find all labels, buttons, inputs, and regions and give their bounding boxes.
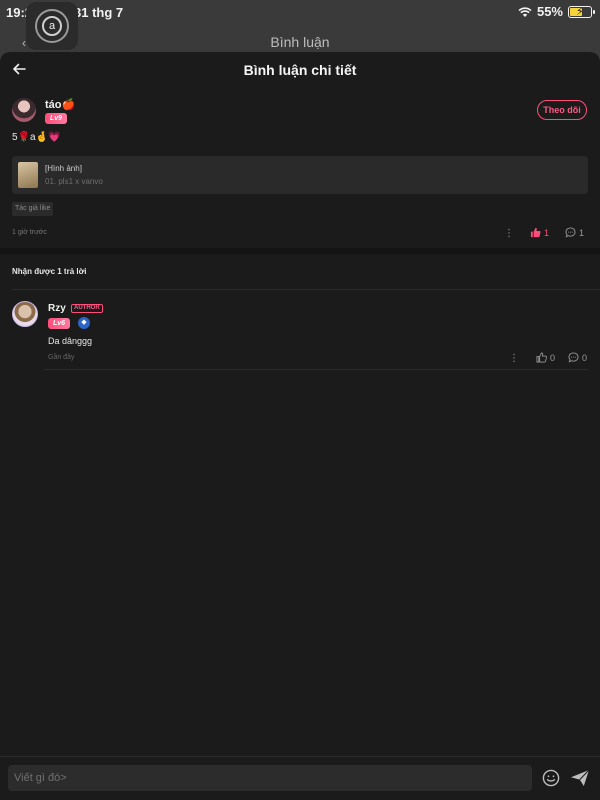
assistive-touch-button[interactable]: a bbox=[26, 2, 78, 50]
reply-text: Da dânggg bbox=[48, 336, 93, 346]
divider bbox=[12, 289, 600, 290]
author-liked-badge: Tác giả like bbox=[12, 202, 54, 216]
avatar[interactable] bbox=[12, 98, 36, 122]
reply-time: Gần đây bbox=[48, 354, 75, 361]
reply-more-options-icon[interactable]: ⋮ bbox=[509, 354, 519, 364]
comment-username[interactable]: táo🍎 bbox=[45, 98, 75, 111]
like-button[interactable]: 1 bbox=[530, 227, 549, 238]
send-icon[interactable] bbox=[570, 769, 590, 787]
thumbs-up-icon bbox=[536, 352, 547, 363]
comment-bubble-icon bbox=[568, 352, 579, 363]
reply-reply-count: 0 bbox=[582, 352, 588, 363]
comment-text: 5🌹a🤞💗 bbox=[12, 132, 61, 143]
follow-button[interactable]: Theo dõi bbox=[537, 100, 587, 120]
reply-like-count: 0 bbox=[550, 352, 556, 363]
battery-percent: 55% bbox=[536, 4, 563, 19]
reply-level-badge: Lv6 bbox=[48, 318, 71, 329]
divider bbox=[44, 369, 588, 370]
reply-button[interactable]: 1 bbox=[565, 227, 584, 238]
author-badge: AUTHOR bbox=[71, 304, 103, 313]
reply-comment-button[interactable]: 0 bbox=[568, 352, 587, 363]
diamond-icon: ◆ bbox=[78, 317, 90, 329]
reply-username[interactable]: Rzy bbox=[48, 303, 66, 314]
status-right: 55% ⚡ bbox=[518, 4, 595, 19]
like-count: 1 bbox=[544, 227, 550, 238]
thumbs-up-icon bbox=[530, 227, 541, 238]
wifi-icon bbox=[518, 6, 532, 17]
reply-like-button[interactable]: 0 bbox=[536, 352, 555, 363]
attachment-thumbnail bbox=[18, 162, 38, 188]
attachment-card[interactable]: [Hình ảnh] 01. pls1 x vanvo bbox=[12, 156, 588, 194]
sheet-header: Bình luận chi tiết bbox=[0, 52, 600, 88]
comment-composer bbox=[0, 756, 600, 800]
reply-count: 1 bbox=[579, 227, 585, 238]
comment-time: 1 giờ trước bbox=[12, 229, 47, 236]
behind-sheet-title: Bình luận bbox=[270, 34, 330, 50]
status-bar: 19:2 31 thg 7 55% ⚡ bbox=[0, 0, 600, 24]
more-options-icon[interactable]: ⋮ bbox=[504, 229, 514, 239]
reply-avatar[interactable] bbox=[12, 301, 38, 327]
battery-icon: ⚡ bbox=[568, 5, 595, 18]
emoji-icon[interactable] bbox=[542, 769, 560, 787]
attachment-title: [Hình ảnh] bbox=[45, 164, 82, 173]
section-divider bbox=[0, 248, 600, 254]
page-title: Bình luận chi tiết bbox=[243, 62, 357, 78]
comment-input[interactable] bbox=[8, 765, 532, 791]
comment-bubble-icon bbox=[565, 227, 576, 238]
replies-header: Nhận được 1 trả lời bbox=[12, 267, 87, 276]
level-badge: Lv9 bbox=[45, 113, 68, 124]
assistive-touch-icon: a bbox=[42, 16, 62, 36]
attachment-subtitle: 01. pls1 x vanvo bbox=[45, 177, 103, 186]
